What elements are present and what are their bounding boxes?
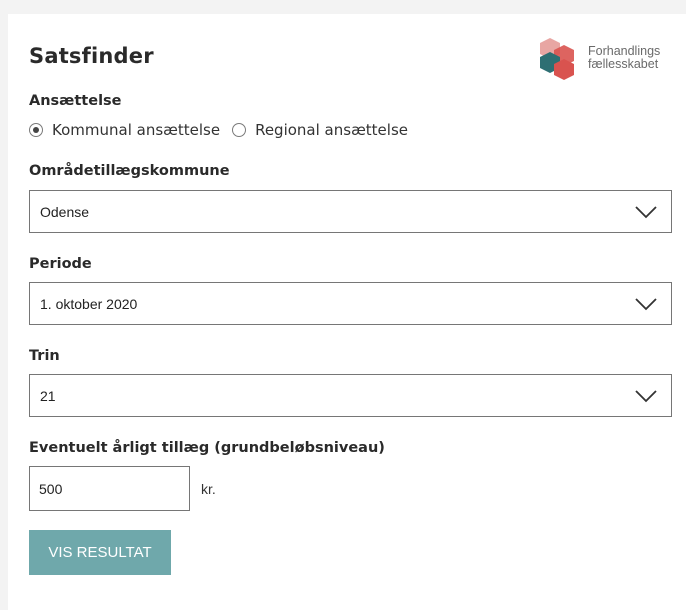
area-label: Områdetillægskommune bbox=[29, 163, 230, 179]
period-label: Periode bbox=[29, 256, 92, 272]
supplement-label: Eventuelt årligt tillæg (grundbeløbsnive… bbox=[29, 440, 385, 456]
period-select[interactable]: 1. oktober 2020 bbox=[29, 282, 672, 325]
supplement-input-value: 500 bbox=[39, 481, 63, 497]
chevron-down-icon bbox=[635, 298, 657, 311]
logo-text: Forhandlings fællesskabet bbox=[588, 45, 660, 71]
chevron-down-icon bbox=[635, 206, 657, 219]
logo-line-2: fællesskabet bbox=[588, 57, 659, 71]
logo: Forhandlings fællesskabet bbox=[538, 36, 686, 84]
employment-radio-group: Kommunal ansættelse Regional ansættelse bbox=[29, 120, 420, 140]
show-result-button[interactable]: VIS RESULTAT bbox=[29, 530, 171, 575]
satsfinder-card: Satsfinder Forhandlings fællesskabet Ans… bbox=[8, 14, 686, 610]
forhandlingsfaellesskabet-logo-icon bbox=[540, 38, 574, 80]
radio-kommunal[interactable] bbox=[29, 123, 43, 137]
page-title: Satsfinder bbox=[29, 44, 154, 68]
supplement-unit: kr. bbox=[201, 481, 216, 497]
area-select-value: Odense bbox=[40, 204, 90, 220]
step-select-value: 21 bbox=[40, 388, 56, 404]
radio-kommunal-label[interactable]: Kommunal ansættelse bbox=[52, 121, 220, 139]
employment-label: Ansættelse bbox=[29, 93, 122, 109]
step-label: Trin bbox=[29, 348, 60, 364]
supplement-input[interactable]: 500 bbox=[29, 466, 190, 511]
chevron-down-icon bbox=[635, 390, 657, 403]
radio-regional-label[interactable]: Regional ansættelse bbox=[255, 121, 408, 139]
period-select-value: 1. oktober 2020 bbox=[40, 296, 138, 312]
step-select[interactable]: 21 bbox=[29, 374, 672, 417]
radio-regional[interactable] bbox=[232, 123, 247, 137]
area-select[interactable]: Odense bbox=[29, 190, 672, 233]
